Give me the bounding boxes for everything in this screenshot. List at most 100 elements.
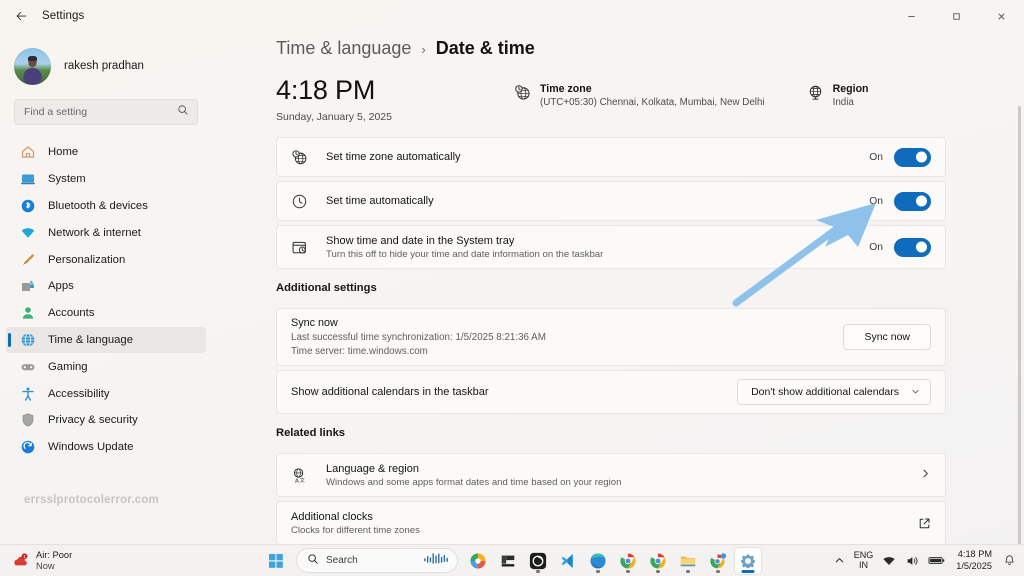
bell-icon[interactable] (1003, 554, 1016, 567)
language-indicator[interactable]: ENG IN (854, 550, 874, 570)
wifi-icon[interactable] (882, 554, 896, 568)
air-quality-icon: 1 (12, 552, 29, 569)
taskbar: 1 Air: Poor Now Search ENG IN 4:18 PM 1/… (0, 544, 1024, 576)
edge-icon (590, 552, 606, 569)
svg-text:A: A (295, 478, 299, 484)
search-box[interactable] (14, 99, 198, 125)
taskbar-app-chrome-canary[interactable] (705, 548, 731, 574)
related-link-subtitle: Windows and some apps format dates and t… (326, 476, 622, 488)
close-button[interactable] (979, 0, 1024, 32)
clock-summary-row: 4:18 PM Sunday, January 5, 2025 Time zon… (276, 76, 1024, 124)
region-value: India (832, 97, 854, 108)
minimize-icon (908, 15, 915, 17)
home-icon (20, 144, 36, 160)
sidebar-item-network-internet[interactable]: Network & internet (6, 219, 206, 246)
maximize-button[interactable] (934, 0, 979, 32)
show-time-date-system-tray-toggle[interactable] (894, 237, 931, 257)
window-title: Settings (42, 10, 85, 22)
weather-widget[interactable]: 1 Air: Poor Now (12, 550, 72, 571)
start-button[interactable] (263, 548, 289, 574)
sidebar-item-accounts[interactable]: Accounts (6, 300, 206, 327)
sync-now-button[interactable]: Sync now (843, 324, 931, 351)
setting-text: Show time and date in the System tray Tu… (326, 235, 869, 260)
taskbar-clock[interactable]: 4:18 PM 1/5/2025 (954, 549, 994, 571)
taskbar-app-copilot[interactable] (465, 548, 491, 574)
sidebar-item-time-language[interactable]: Time & language (6, 326, 206, 354)
globe-clock-icon (291, 149, 308, 166)
sidebar: rakesh pradhan Home System (0, 32, 212, 576)
media-player-icon (501, 555, 515, 566)
taskbar-app-file-explorer[interactable] (675, 548, 701, 574)
related-link-subtitle: Clocks for different time zones (291, 524, 420, 536)
taskbar-app-edge[interactable] (585, 548, 611, 574)
clock-icon (291, 193, 308, 210)
breadcrumb-parent[interactable]: Time & language (276, 38, 411, 59)
related-links-list: A文 Language & region Windows and some ap… (276, 453, 946, 544)
sidebar-item-label: Privacy & security (48, 414, 138, 427)
taskbar-app-settings[interactable] (735, 547, 761, 574)
sidebar-item-privacy-security[interactable]: Privacy & security (6, 407, 206, 434)
back-button[interactable] (6, 2, 36, 30)
sidebar-item-home[interactable]: Home (6, 139, 206, 166)
related-link-additional-clocks[interactable]: Additional clocks Clocks for different t… (276, 501, 946, 544)
sidebar-item-label: Personalization (48, 253, 126, 266)
sidebar-item-label: System (48, 173, 86, 186)
sidebar-item-bluetooth-devices[interactable]: Bluetooth & devices (6, 193, 206, 220)
setting-title: Set time zone automatically (326, 151, 461, 164)
taskbar-app-media-player[interactable] (495, 548, 521, 574)
privacy-icon (20, 412, 36, 428)
sidebar-item-label: Network & internet (48, 226, 141, 239)
related-link-language-region[interactable]: A文 Language & region Windows and some ap… (276, 453, 946, 498)
timezone-title: Time zone (539, 83, 592, 95)
additional-calendars-dropdown[interactable]: Don't show additional calendars (737, 379, 931, 406)
setting-row-set-time-automatically[interactable]: Set time automatically On (276, 181, 946, 222)
taskbar-app-obs[interactable] (525, 548, 551, 574)
chrome-beta-icon (650, 552, 666, 569)
gaming-icon (20, 359, 36, 375)
folder-icon (680, 556, 696, 566)
sync-text: Sync now Last successful time synchroniz… (291, 317, 843, 357)
setting-row-set-timezone-automatically[interactable]: Set time zone automatically On (276, 137, 946, 178)
search-icon (307, 552, 319, 570)
language-region-icon: A文 (291, 467, 308, 484)
taskbar-search[interactable]: Search (296, 548, 458, 573)
setting-text: Set time zone automatically (326, 151, 869, 163)
taskbar-app-chrome[interactable] (615, 548, 641, 574)
sidebar-item-personalization[interactable]: Personalization (6, 246, 206, 273)
sidebar-item-system[interactable]: System (6, 166, 206, 193)
volume-icon[interactable] (905, 554, 919, 568)
toggle-state-label: On (869, 241, 883, 253)
vertical-scrollbar[interactable] (1018, 106, 1021, 544)
taskbar-app-chrome-beta[interactable] (645, 548, 671, 574)
timezone-value: (UTC+05:30) Chennai, Kolkata, Mumbai, Ne… (539, 97, 765, 108)
personalization-icon (20, 252, 36, 268)
toggle-state-label: On (869, 151, 883, 163)
sync-last-time: Last successful time synchronization: 1/… (291, 332, 546, 344)
account-row[interactable]: rakesh pradhan (0, 32, 212, 94)
setting-row-show-time-date-system-tray[interactable]: Show time and date in the System tray Tu… (276, 225, 946, 270)
sidebar-item-gaming[interactable]: Gaming (6, 353, 206, 380)
set-time-automatically-toggle[interactable] (894, 191, 931, 211)
sidebar-item-windows-update[interactable]: Windows Update (6, 434, 206, 461)
title-bar: Settings (0, 0, 1024, 32)
taskbar-app-vs-code[interactable] (555, 548, 581, 574)
tray-overflow-chevron-icon[interactable] (834, 555, 845, 566)
set-timezone-automatically-toggle[interactable] (894, 147, 931, 167)
search-input[interactable] (15, 106, 197, 118)
clock-display: 4:18 PM Sunday, January 5, 2025 (276, 76, 392, 124)
taskbar-center: Search (263, 547, 761, 574)
dropdown-selected-value: Don't show additional calendars (751, 386, 899, 399)
minimize-button[interactable] (889, 0, 934, 32)
weather-text: Air: Poor Now (36, 550, 72, 571)
sidebar-item-apps[interactable]: Apps (6, 273, 206, 300)
related-link-title: Language & region (326, 462, 419, 475)
windows-start-icon (269, 553, 283, 568)
battery-icon[interactable] (928, 555, 945, 566)
breadcrumb: Time & language › Date & time (276, 38, 1024, 59)
sidebar-item-label: Accessibility (48, 387, 110, 400)
sidebar-item-accessibility[interactable]: Accessibility (6, 380, 206, 407)
search-icon (177, 103, 189, 121)
apps-icon (20, 278, 36, 294)
timezone-info: Time zone (UTC+05:30) Chennai, Kolkata, … (514, 83, 765, 108)
account-name: rakesh pradhan (64, 60, 144, 72)
